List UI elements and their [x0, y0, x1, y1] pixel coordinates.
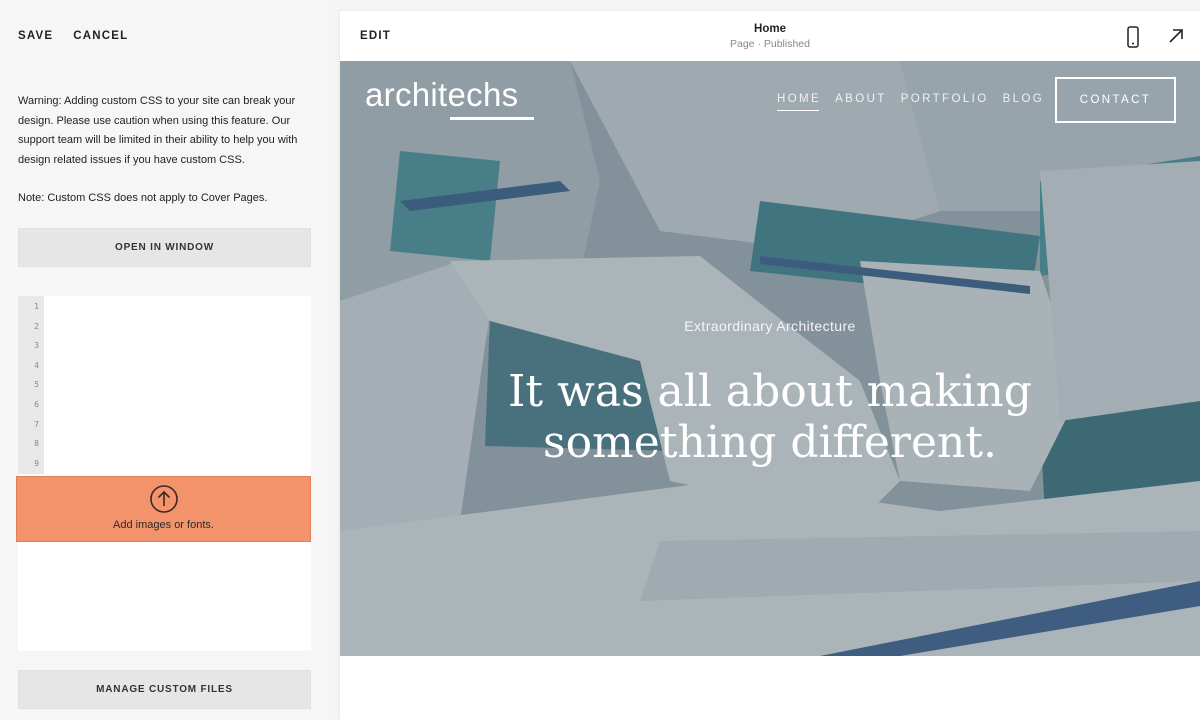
logo-underline [450, 117, 534, 120]
site-preview: EDIT Home Page · Published architechs HO… [340, 11, 1200, 720]
line-number: 2 [34, 321, 39, 331]
line-number: 7 [34, 419, 39, 429]
custom-css-panel: SAVE CANCEL Warning: Adding custom CSS t… [0, 0, 330, 720]
hero-kicker: Extraordinary Architecture [684, 318, 856, 334]
line-number-gutter: 1 2 3 4 5 6 7 8 9 [18, 296, 44, 474]
line-number: 1 [34, 302, 39, 311]
line-number: 6 [34, 399, 39, 409]
page-title: Home [754, 23, 786, 35]
manage-custom-files-button[interactable]: MANAGE CUSTOM FILES [18, 670, 311, 709]
cover-page-note: Note: Custom CSS does not apply to Cover… [18, 192, 268, 204]
nav-blog[interactable]: BLOG [1003, 93, 1045, 105]
panel-actions: SAVE CANCEL [18, 30, 128, 42]
page-status: Page · Published [730, 38, 810, 50]
nav-about[interactable]: ABOUT [835, 93, 887, 105]
headline-line: It was all about making [508, 366, 1032, 417]
site-nav: HOME ABOUT PORTFOLIO BLOG [777, 93, 1045, 111]
app-root: SAVE CANCEL Warning: Adding custom CSS t… [0, 0, 1200, 720]
css-code-editor[interactable]: 1 2 3 4 5 6 7 8 9 [18, 296, 311, 651]
site-logo[interactable]: architechs [365, 76, 518, 114]
upload-arrow-icon [149, 485, 178, 513]
save-button[interactable]: SAVE [18, 30, 53, 42]
nav-portfolio[interactable]: PORTFOLIO [901, 93, 989, 105]
hero-headline: It was all about making something differ… [340, 366, 1200, 468]
cancel-button[interactable]: CANCEL [73, 30, 128, 42]
css-warning-text: Warning: Adding custom CSS to your site … [18, 95, 298, 166]
phone-icon[interactable] [1125, 26, 1141, 48]
open-in-window-button[interactable]: OPEN IN WINDOW [18, 228, 311, 267]
line-number: 3 [34, 341, 39, 351]
line-number: 4 [34, 360, 39, 370]
preview-header: EDIT Home Page · Published [340, 11, 1200, 61]
line-number: 9 [34, 458, 39, 468]
contact-button[interactable]: CONTACT [1055, 77, 1176, 123]
headline-line: something different. [542, 417, 998, 468]
hero-overlay [340, 61, 1200, 656]
line-number: 5 [34, 380, 39, 390]
upload-label: Add images or fonts. [113, 519, 214, 531]
hero-section: architechs HOME ABOUT PORTFOLIO BLOG CON… [340, 61, 1200, 656]
line-number: 8 [34, 439, 39, 449]
upload-dropzone[interactable]: Add images or fonts. [16, 476, 311, 542]
external-link-icon[interactable] [1166, 26, 1186, 46]
nav-home[interactable]: HOME [777, 93, 821, 111]
